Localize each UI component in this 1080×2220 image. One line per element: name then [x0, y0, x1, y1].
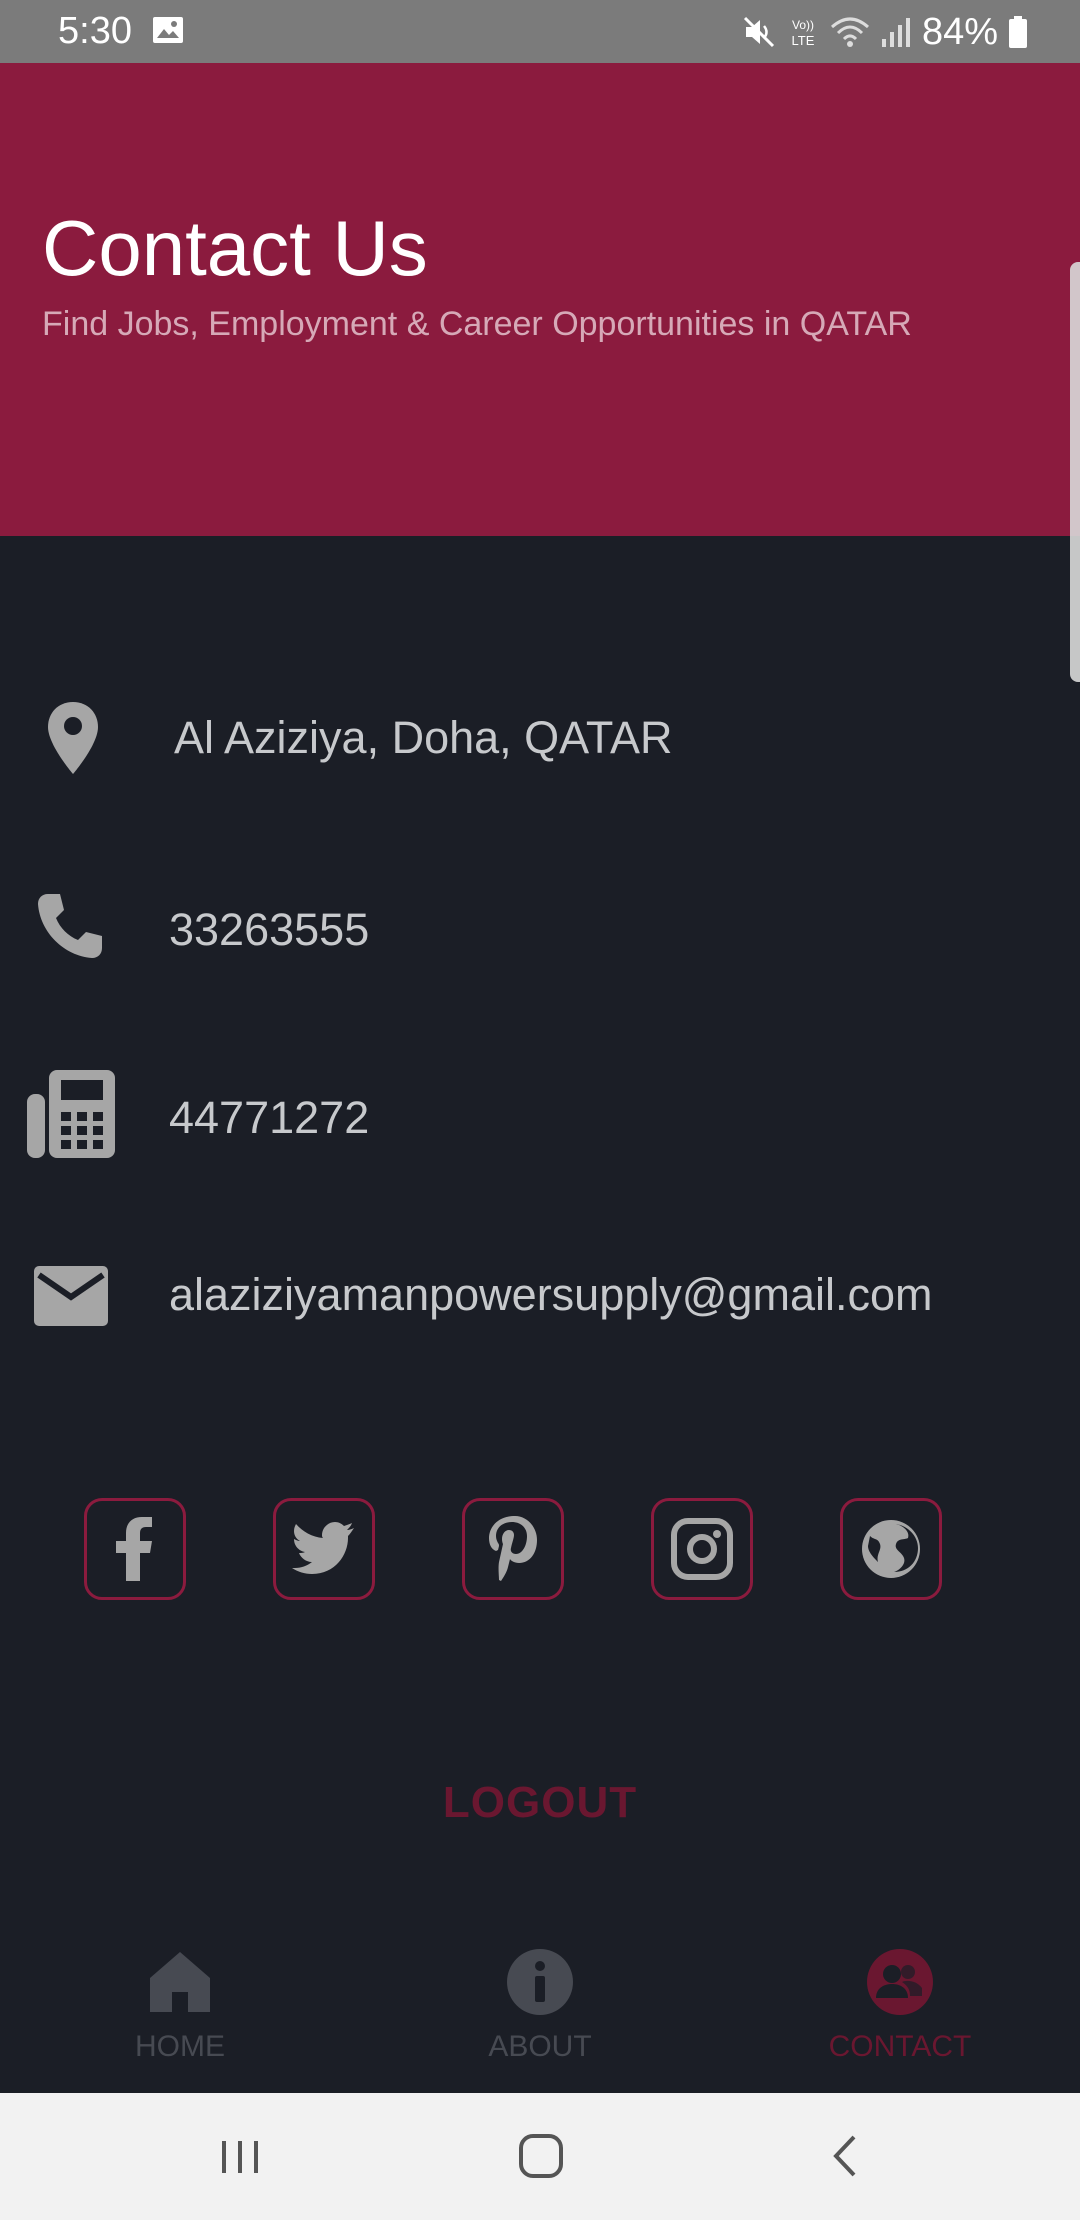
- nav-home[interactable]: HOME: [0, 1930, 360, 2093]
- contact-fax-row: 44771272: [0, 1068, 1080, 1168]
- info-icon: [507, 1949, 573, 2015]
- nav-home-label: HOME: [135, 2030, 225, 2063]
- nav-contact[interactable]: CONTACT: [720, 1930, 1080, 2093]
- fax-text: 44771272: [169, 1092, 370, 1143]
- svg-text:LTE: LTE: [791, 33, 814, 48]
- nav-about[interactable]: ABOUT: [360, 1930, 720, 2093]
- page-title: Contact Us: [42, 204, 428, 292]
- facebook-button[interactable]: [84, 1498, 186, 1600]
- status-bar: 5:30 Vo)) LTE 84%: [0, 0, 1080, 63]
- mute-icon: [743, 16, 774, 48]
- system-navigation-bar: [0, 2093, 1080, 2220]
- facebook-icon: [116, 1517, 152, 1581]
- page-subtitle: Find Jobs, Employment & Career Opportuni…: [42, 305, 912, 343]
- phone-icon: [38, 894, 102, 958]
- logout-button[interactable]: LOGOUT: [0, 1778, 1080, 1828]
- address-text: Al Aziziya, Doha, QATAR: [174, 712, 673, 763]
- contacts-icon: [867, 1949, 933, 2015]
- battery-percent: 84%: [921, 10, 998, 53]
- battery-icon: [1009, 16, 1027, 48]
- wifi-icon: [830, 17, 869, 47]
- status-time: 5:30: [58, 10, 132, 52]
- pinterest-icon: [489, 1516, 537, 1581]
- svg-text:Vo)): Vo)): [792, 18, 814, 32]
- email-text[interactable]: alaziziyamanpowersupply@gmail.com: [169, 1269, 932, 1321]
- home-icon: [150, 1952, 210, 2012]
- signal-icon: [881, 18, 910, 47]
- email-icon: [34, 1266, 108, 1326]
- status-icons: Vo)) LTE 84%: [742, 10, 1028, 54]
- contact-address-row: Al Aziziya, Doha, QATAR: [0, 688, 1080, 788]
- bottom-navigation: HOME ABOUT CONTACT: [0, 1930, 1080, 2093]
- scroll-handle[interactable]: [1070, 262, 1080, 682]
- twitter-icon: [292, 1522, 354, 1574]
- header-banner: Contact Us Find Jobs, Employment & Caree…: [0, 63, 1080, 536]
- nav-about-label: ABOUT: [488, 2030, 592, 2063]
- phone-text[interactable]: 33263555: [169, 904, 369, 956]
- globe-icon: [862, 1520, 920, 1578]
- image-icon: [153, 17, 183, 43]
- website-button[interactable]: [840, 1498, 942, 1600]
- nav-contact-label: CONTACT: [828, 2030, 972, 2063]
- home-button-icon[interactable]: [506, 2121, 576, 2191]
- volte-icon: Vo)) LTE: [791, 18, 814, 48]
- back-icon[interactable]: [810, 2121, 880, 2191]
- contact-email-row[interactable]: alaziziyamanpowersupply@gmail.com: [0, 1245, 1080, 1345]
- fax-icon: [27, 1070, 115, 1158]
- instagram-button[interactable]: [651, 1498, 753, 1600]
- twitter-button[interactable]: [273, 1498, 375, 1600]
- recents-icon[interactable]: [205, 2121, 275, 2191]
- pinterest-button[interactable]: [462, 1498, 564, 1600]
- location-pin-icon: [48, 702, 98, 774]
- contact-phone-row[interactable]: 33263555: [0, 880, 1080, 980]
- instagram-icon: [671, 1518, 733, 1580]
